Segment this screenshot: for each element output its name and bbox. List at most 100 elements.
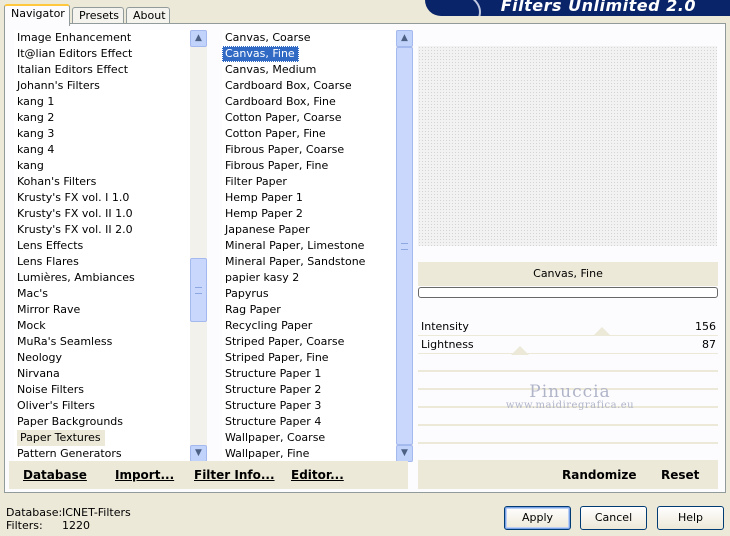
arrow-down-icon: ▼ [401, 448, 408, 458]
filter-item[interactable]: Filter Paper [222, 174, 396, 190]
filter-item[interactable]: Structure Paper 4 [222, 414, 396, 430]
filter-item[interactable]: Cardboard Box, Fine [222, 94, 396, 110]
arrow-up-icon: ▲ [401, 33, 408, 43]
watermark: Pinuccia www.maidiregrafica.eu [500, 382, 640, 411]
category-item[interactable]: Noise Filters [14, 382, 190, 398]
filter-scrollbar[interactable]: ▲ ▼ [396, 30, 413, 462]
filter-item[interactable]: Hemp Paper 1 [222, 190, 396, 206]
category-item[interactable]: Krusty's FX vol. II 2.0 [14, 222, 190, 238]
watermark-name: Pinuccia [529, 382, 611, 402]
scroll-down-button[interactable]: ▼ [190, 445, 207, 462]
scroll-down-button[interactable]: ▼ [396, 445, 413, 462]
database-value: ICNET-Filters [62, 506, 131, 519]
scroll-up-button[interactable]: ▲ [190, 30, 207, 47]
filter-item[interactable]: Wallpaper, Fine [222, 446, 396, 462]
category-item[interactable]: kang 2 [14, 110, 190, 126]
cancel-button[interactable]: Cancel [580, 506, 647, 530]
category-item[interactable]: Krusty's FX vol. I 1.0 [14, 190, 190, 206]
category-item[interactable]: Image Enhancement [14, 30, 190, 46]
filter-item[interactable]: Cotton Paper, Fine [222, 126, 396, 142]
category-item[interactable]: kang 3 [14, 126, 190, 142]
filter-item[interactable]: Structure Paper 2 [222, 382, 396, 398]
database-label: Database: [6, 506, 63, 519]
help-button[interactable]: Help [657, 506, 724, 530]
category-scrollbar[interactable]: ▲ ▼ [190, 30, 207, 462]
filter-info-button[interactable]: Filter Info... [194, 461, 275, 489]
filters-count: 1220 [62, 519, 90, 532]
filter-item[interactable]: Structure Paper 1 [222, 366, 396, 382]
category-item[interactable]: kang [14, 158, 190, 174]
scroll-thumb[interactable] [396, 47, 413, 445]
filter-item[interactable]: Hemp Paper 2 [222, 206, 396, 222]
category-item-label: Paper Textures [17, 430, 105, 446]
category-item[interactable]: Paper Textures [14, 430, 190, 446]
filters-label: Filters: [6, 519, 43, 532]
scroll-thumb[interactable] [190, 258, 207, 322]
import-button[interactable]: Import... [115, 461, 174, 489]
category-item[interactable]: Krusty's FX vol. II 1.0 [14, 206, 190, 222]
category-list[interactable]: Image Enhancement It@lian Editors Effect I… [14, 30, 190, 462]
list-button-bar: Database Import... Filter Info... Editor… [9, 461, 408, 489]
category-item[interactable]: Neology [14, 350, 190, 366]
slider-lightness[interactable]: Lightness 87 [418, 336, 718, 355]
category-item[interactable]: MuRa's Seamless [14, 334, 190, 350]
category-item[interactable]: Nirvana [14, 366, 190, 382]
filter-item[interactable]: Papyrus [222, 286, 396, 302]
filter-item[interactable]: Mineral Paper, Limestone [222, 238, 396, 254]
title-banner: Filters Unlimited 2.0 [425, 0, 730, 16]
category-item[interactable]: Oliver's Filters [14, 398, 190, 414]
slider-thumb[interactable] [592, 327, 611, 336]
filter-item[interactable]: Mineral Paper, Sandstone [222, 254, 396, 270]
category-item[interactable]: Italian Editors Effect [14, 62, 190, 78]
editor-button[interactable]: Editor... [291, 461, 344, 489]
slider-label: Intensity [421, 320, 469, 333]
filter-item[interactable]: Cotton Paper, Coarse [222, 110, 396, 126]
scroll-up-button[interactable]: ▲ [396, 30, 413, 47]
filter-item[interactable]: Cardboard Box, Coarse [222, 78, 396, 94]
category-item[interactable]: Pattern Generators [14, 446, 190, 462]
category-item[interactable]: Johann's Filters [14, 78, 190, 94]
filter-item[interactable]: Canvas, Fine [222, 46, 299, 62]
filter-item[interactable]: Recycling Paper [222, 318, 396, 334]
randomize-button[interactable]: Randomize [562, 461, 636, 489]
current-filter-name: Canvas, Fine [418, 262, 718, 286]
filter-item[interactable]: papier kasy 2 [222, 270, 396, 286]
filter-item[interactable]: Wallpaper, Coarse [222, 430, 396, 446]
slider-value: 156 [695, 320, 716, 333]
preview-image[interactable] [418, 46, 717, 246]
category-item[interactable]: kang 4 [14, 142, 190, 158]
slider-intensity[interactable]: Intensity 156 [418, 318, 718, 336]
filter-item[interactable]: Fibrous Paper, Fine [222, 158, 396, 174]
slider-value: 87 [702, 338, 716, 351]
status-info: Database: ICNET-Filters Filters: 1220 [6, 506, 131, 532]
filter-item[interactable]: Canvas, Coarse [222, 30, 396, 46]
apply-button[interactable]: Apply [504, 506, 571, 530]
window-title: Filters Unlimited 2.0 [500, 0, 696, 15]
reset-button[interactable]: Reset [661, 461, 699, 489]
filter-row: Canvas, Fine [222, 46, 396, 62]
progress-bar [418, 287, 718, 298]
filter-item[interactable]: Striped Paper, Fine [222, 350, 396, 366]
category-item[interactable]: Paper Backgrounds [14, 414, 190, 430]
category-item[interactable]: kang 1 [14, 94, 190, 110]
filter-item[interactable]: Canvas, Medium [222, 62, 396, 78]
category-item[interactable]: Kohan's Filters [14, 174, 190, 190]
filter-item[interactable]: Japanese Paper [222, 222, 396, 238]
filter-item[interactable]: Fibrous Paper, Coarse [222, 142, 396, 158]
category-item[interactable]: It@lian Editors Effect [14, 46, 190, 62]
preview-button-bar: Randomize Reset [418, 461, 718, 489]
slider-empty [418, 354, 718, 372]
category-item[interactable]: Lens Flares [14, 254, 190, 270]
database-button[interactable]: Database [23, 461, 87, 489]
category-item[interactable]: Lumières, Ambiances [14, 270, 190, 286]
filter-item[interactable]: Striped Paper, Coarse [222, 334, 396, 350]
category-item[interactable]: Lens Effects [14, 238, 190, 254]
category-item[interactable]: Mirror Rave [14, 302, 190, 318]
category-item[interactable]: Mock [14, 318, 190, 334]
tab-navigator[interactable]: Navigator [4, 4, 70, 26]
arrow-up-icon: ▲ [195, 33, 202, 43]
filter-list[interactable]: Canvas, Coarse Canvas, Fine Canvas, Medium… [222, 30, 396, 462]
category-item[interactable]: Mac's [14, 286, 190, 302]
filter-item[interactable]: Structure Paper 3 [222, 398, 396, 414]
filter-item[interactable]: Rag Paper [222, 302, 396, 318]
